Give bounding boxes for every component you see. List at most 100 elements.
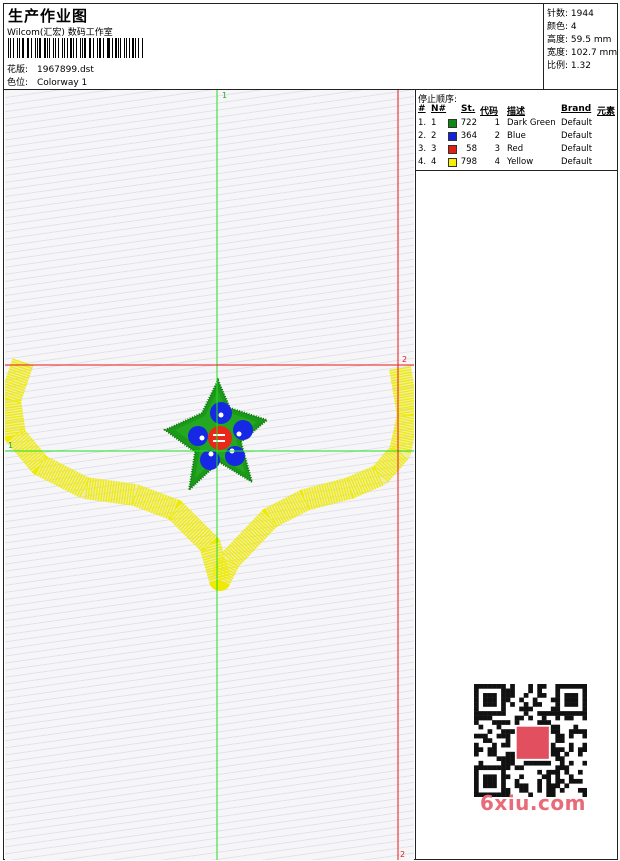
- barcode-bar: [142, 38, 143, 58]
- stat-width: 宽度: 102.7 mm: [547, 48, 618, 58]
- barcode-bar: [126, 38, 127, 58]
- barcode-bar: [18, 38, 20, 58]
- barcode-bar: [102, 38, 104, 58]
- row-stitch-count: 364: [460, 131, 477, 141]
- colorway-label: 色位:: [7, 78, 29, 88]
- row-code: 1: [494, 118, 500, 128]
- barcode-bar: [108, 38, 110, 58]
- col-index-header: #: [418, 104, 426, 114]
- design-preview: 1 1 2 2: [5, 90, 414, 860]
- stat-height: 高度: 59.5 mm: [547, 35, 612, 45]
- row-needle: 2: [431, 131, 437, 141]
- barcode: [8, 38, 144, 58]
- sheet-header: 生产作业图 Wilcom(汇宏) 数码工作室 花版: 1967899.dst 色位…: [4, 4, 543, 89]
- col-stitches-header: St.: [461, 104, 476, 114]
- barcode-bar: [36, 38, 38, 58]
- stat-stitches: 针数: 1944: [547, 9, 594, 19]
- design-row: 花版: 1967899.dst: [7, 62, 94, 75]
- barcode-bar: [21, 38, 24, 58]
- color-swatch: [448, 158, 457, 167]
- row-description: Yellow: [507, 157, 534, 167]
- barcode-bar: [75, 38, 78, 58]
- barcode-bar: [43, 38, 46, 58]
- design-stats: 针数: 1944 颜色: 4 高度: 59.5 mm 宽度: 102.7 mm …: [543, 4, 618, 89]
- stat-scale: 比例: 1.32: [547, 61, 591, 71]
- barcode-bar: [90, 38, 92, 58]
- row-stitch-count: 722: [460, 118, 477, 128]
- row-needle: 3: [431, 144, 437, 154]
- row-description: Dark Green: [507, 118, 556, 128]
- stat-colors: 颜色: 4: [547, 22, 577, 32]
- qr-code-icon: [474, 684, 588, 798]
- barcode-bar: [49, 38, 50, 58]
- barcode-bar: [66, 38, 68, 58]
- row-code: 3: [494, 144, 500, 154]
- row-code: 2: [494, 131, 500, 141]
- color-swatch: [448, 119, 457, 128]
- barcode-bar: [80, 38, 81, 58]
- barcode-bar: [99, 38, 101, 58]
- barcode-bar: [53, 38, 54, 58]
- barcode-bar: [12, 38, 14, 58]
- row-index: 4.: [418, 157, 427, 167]
- barcode-bar: [115, 38, 117, 58]
- row-index: 2.: [418, 131, 427, 141]
- barcode-bar: [106, 38, 108, 58]
- red-right-label: 2: [402, 355, 407, 364]
- barcode-bar: [46, 38, 48, 58]
- row-stitch-count: 58: [466, 144, 477, 154]
- barcode-bar: [84, 38, 86, 58]
- barcode-bar: [26, 38, 28, 58]
- barcode-bar: [30, 38, 33, 58]
- color-swatch: [448, 145, 457, 154]
- row-brand: Default: [561, 118, 593, 128]
- barcode-bar: [138, 38, 140, 58]
- col-brand-header: Brand: [561, 104, 592, 114]
- design-value: 1967899.dst: [37, 65, 94, 75]
- red-bottom-label: 2: [400, 850, 405, 859]
- green-left-label: 1: [8, 441, 13, 450]
- barcode-bar: [28, 38, 29, 58]
- site-watermark: 6xiu.com: [480, 791, 586, 815]
- row-code: 4: [494, 157, 500, 167]
- barcode-bar: [135, 38, 137, 58]
- barcode-bar: [35, 38, 36, 58]
- row-description: Blue: [507, 131, 526, 141]
- barcode-bar: [8, 38, 10, 58]
- barcode-bar: [54, 38, 56, 58]
- barcode-bar: [10, 38, 11, 58]
- colorway-value: Colorway 1: [37, 78, 88, 88]
- row-index: 1.: [418, 118, 427, 128]
- row-needle: 4: [431, 157, 437, 167]
- barcode-bar: [93, 38, 95, 58]
- barcode-bar: [123, 38, 126, 58]
- barcode-bar: [61, 38, 63, 58]
- page-title: 生产作业图: [8, 7, 89, 25]
- barcode-bar: [117, 38, 119, 58]
- barcode-bar: [73, 38, 74, 58]
- barcode-bar: [70, 38, 73, 58]
- barcode-bar: [57, 38, 59, 58]
- design-label: 花版:: [7, 65, 29, 75]
- row-needle: 1: [431, 118, 437, 128]
- seal-stamp: [516, 726, 549, 759]
- barcode-bar: [81, 38, 83, 58]
- embroidery-drawing: 1 1 2 2: [5, 90, 414, 860]
- barcode-bar: [128, 38, 130, 58]
- col-code-header: 代码: [480, 107, 499, 117]
- col-element-header: 元素: [597, 107, 616, 117]
- row-stitch-count: 798: [460, 157, 477, 167]
- row-brand: Default: [561, 157, 593, 167]
- row-index: 3.: [418, 144, 427, 154]
- company-name: Wilcom(汇宏) 数码工作室: [7, 28, 113, 38]
- panel-table-divider: [416, 170, 618, 171]
- barcode-bar: [16, 38, 18, 58]
- color-swatch: [448, 132, 457, 141]
- barcode-bar: [132, 38, 135, 58]
- barcode-bar: [39, 38, 41, 58]
- colorway-row: 色位: Colorway 1: [7, 75, 87, 88]
- row-brand: Default: [561, 131, 593, 141]
- barcode-bar: [88, 38, 90, 58]
- green-top-label: 1: [222, 91, 227, 100]
- row-brand: Default: [561, 144, 593, 154]
